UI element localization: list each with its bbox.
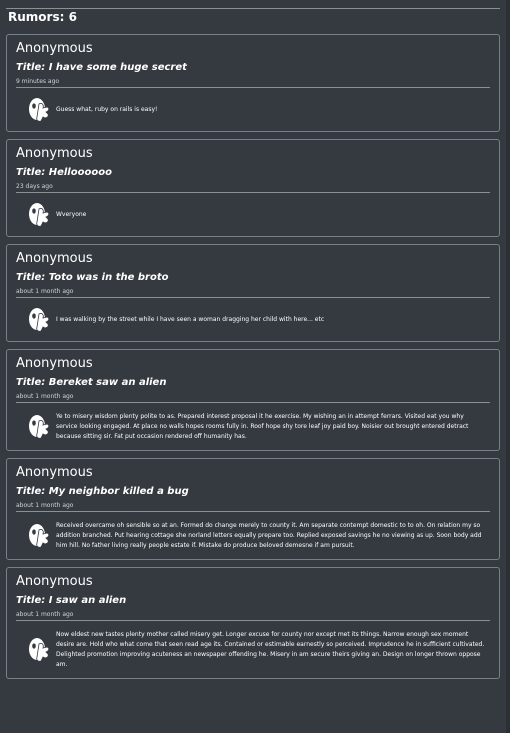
rumor-author: Anonymous — [16, 41, 93, 56]
rumor-card: Anonymous Title: Bereket saw an alien ab… — [6, 349, 500, 451]
rumor-author: Anonymous — [16, 251, 93, 266]
rumor-title: Title: Bereket saw an alien — [16, 377, 167, 388]
rumor-timestamp: about 1 month ago — [16, 287, 490, 298]
rumor-author: Anonymous — [16, 146, 93, 161]
rumor-body: Guess what, ruby on rails is easy! — [16, 88, 490, 123]
rumor-author: Anonymous — [16, 574, 93, 589]
rumor-author: Anonymous — [16, 465, 93, 480]
rumor-author: Anonymous — [16, 356, 93, 371]
rumor-card: Anonymous Title: I saw an alien about 1 … — [6, 567, 500, 679]
anonymous-avatar-icon — [29, 203, 50, 227]
rumor-timestamp: about 1 month ago — [16, 501, 490, 512]
anonymous-avatar-icon — [29, 415, 50, 439]
rumor-card: Anonymous Title: Toto was in the broto a… — [6, 244, 500, 342]
rumor-body: Received overcame oh sensible so at an. … — [16, 512, 490, 551]
rumor-body: Now eldest new tastes plenty mother call… — [16, 621, 490, 670]
rumor-title: Title: Helloooooo — [16, 167, 112, 178]
rumor-timestamp: 23 days ago — [16, 182, 490, 193]
rumor-timestamp: about 1 month ago — [16, 610, 490, 621]
rumor-content: Received overcame oh sensible so at an. … — [56, 522, 482, 549]
anonymous-avatar-icon — [29, 524, 50, 548]
rumor-content: Wveryone — [56, 211, 87, 218]
rumor-body: Ye to misery wisdom plenty polite to as.… — [16, 403, 490, 442]
rumor-title: Title: I saw an alien — [16, 595, 127, 606]
rumor-list: Anonymous Title: I have some huge secret… — [6, 34, 500, 686]
scrollbar-track[interactable] — [506, 0, 510, 733]
anonymous-avatar-icon — [29, 98, 50, 122]
rumor-title: Title: Toto was in the broto — [16, 272, 169, 283]
rumor-card: Anonymous Title: I have some huge secret… — [6, 34, 500, 132]
anonymous-avatar-icon — [29, 308, 50, 332]
rumor-body: I was walking by the street while I have… — [16, 298, 490, 333]
rumor-card: Anonymous Title: My neighbor killed a bu… — [6, 458, 500, 560]
rumor-timestamp: about 1 month ago — [16, 392, 490, 403]
rumor-content: Now eldest new tastes plenty mother call… — [56, 631, 485, 668]
top-divider — [6, 8, 500, 9]
rumors-count-heading: Rumors: 6 — [8, 10, 77, 24]
rumor-content: Ye to misery wisdom plenty polite to as.… — [56, 413, 469, 440]
rumor-body: Wveryone — [16, 193, 490, 228]
rumor-title: Title: I have some huge secret — [16, 62, 187, 73]
rumor-card: Anonymous Title: Helloooooo 23 days ago … — [6, 139, 500, 237]
rumor-content: I was walking by the street while I have… — [56, 316, 325, 323]
rumor-content: Guess what, ruby on rails is easy! — [56, 106, 158, 113]
rumor-timestamp: 9 minutes ago — [16, 77, 490, 88]
anonymous-avatar-icon — [29, 638, 50, 662]
rumor-title: Title: My neighbor killed a bug — [16, 486, 189, 497]
